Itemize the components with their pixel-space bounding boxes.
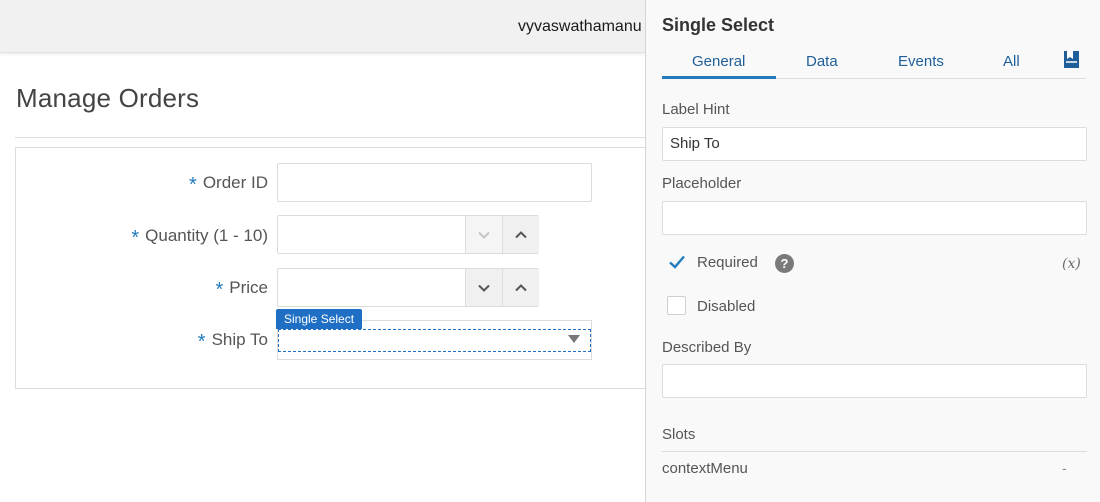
chevron-down-icon <box>478 231 490 239</box>
described-by-label: Described By <box>662 339 752 356</box>
slot-item-value: - <box>1062 460 1067 476</box>
chevron-down-icon <box>478 284 490 292</box>
property-inspector: Single Select General Data Events All La… <box>645 0 1100 502</box>
tab-data[interactable]: Data <box>806 53 838 70</box>
title-divider <box>15 137 645 138</box>
quantity-label: * Quantity (1 - 10) <box>131 226 268 249</box>
required-label[interactable]: Required <box>697 254 758 271</box>
user-name[interactable]: vyvaswathamanu <box>518 18 642 36</box>
tab-all[interactable]: All <box>1003 53 1020 70</box>
required-marker: * <box>215 279 224 301</box>
price-label: * Price <box>215 278 268 301</box>
price-decrement-button[interactable] <box>465 269 502 306</box>
chevron-up-icon <box>515 230 527 238</box>
top-bar: vyvaswathamanu <box>0 0 645 53</box>
checkmark-icon <box>669 255 685 269</box>
tab-general[interactable]: General <box>692 53 745 70</box>
required-checkbox[interactable] <box>667 252 686 271</box>
slot-item-name[interactable]: contextMenu <box>662 460 748 477</box>
help-icon[interactable]: ? <box>775 254 794 273</box>
label-hint-label: Label Hint <box>662 101 730 118</box>
dropdown-arrow-icon[interactable] <box>568 335 580 343</box>
quantity-input[interactable] <box>277 215 539 254</box>
placeholder-input[interactable] <box>662 201 1087 235</box>
placeholder-label: Placeholder <box>662 175 742 192</box>
ship-to-label: * Ship To <box>197 330 268 353</box>
disabled-label[interactable]: Disabled <box>697 298 755 315</box>
described-by-input[interactable] <box>662 364 1087 398</box>
designer-canvas: vyvaswathamanu Manage Orders * Order ID *… <box>0 0 645 502</box>
page-title: Manage Orders <box>16 83 200 113</box>
quantity-decrement-button[interactable] <box>465 216 502 253</box>
price-increment-button[interactable] <box>502 269 539 306</box>
label-hint-input[interactable]: Ship To <box>662 127 1087 161</box>
variable-binding-icon[interactable]: (x) <box>1062 256 1081 272</box>
required-marker: * <box>197 331 206 353</box>
panel-title: Single Select <box>662 15 775 35</box>
disabled-checkbox[interactable] <box>667 296 686 315</box>
selected-component-outline[interactable] <box>278 329 591 352</box>
tab-events[interactable]: Events <box>898 53 944 70</box>
required-marker: * <box>131 227 140 249</box>
order-id-input[interactable] <box>277 163 592 202</box>
order-id-label: * Order ID <box>189 173 268 196</box>
slots-divider <box>662 451 1087 452</box>
panel-tabs: General Data Events All <box>662 46 1086 79</box>
quantity-increment-button[interactable] <box>502 216 539 253</box>
active-tab-indicator <box>662 76 776 79</box>
selected-component-tag[interactable]: Single Select <box>276 309 363 329</box>
chevron-up-icon <box>515 283 527 291</box>
slots-heading: Slots <box>662 426 696 443</box>
required-marker: * <box>189 174 197 196</box>
bookmark-doc-icon[interactable] <box>1063 50 1080 69</box>
price-input[interactable] <box>277 268 539 307</box>
